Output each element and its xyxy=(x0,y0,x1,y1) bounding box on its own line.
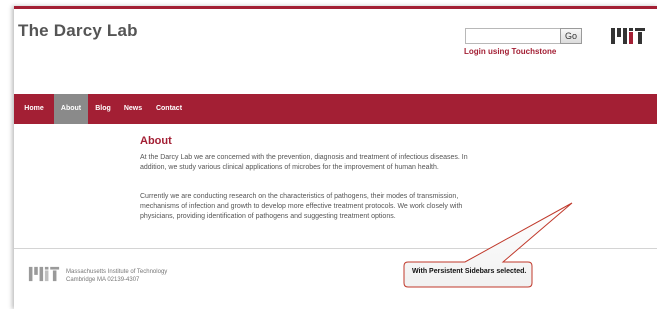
callout-text: With Persistent Sidebars selected. xyxy=(412,268,527,275)
callout-balloon xyxy=(403,202,573,288)
